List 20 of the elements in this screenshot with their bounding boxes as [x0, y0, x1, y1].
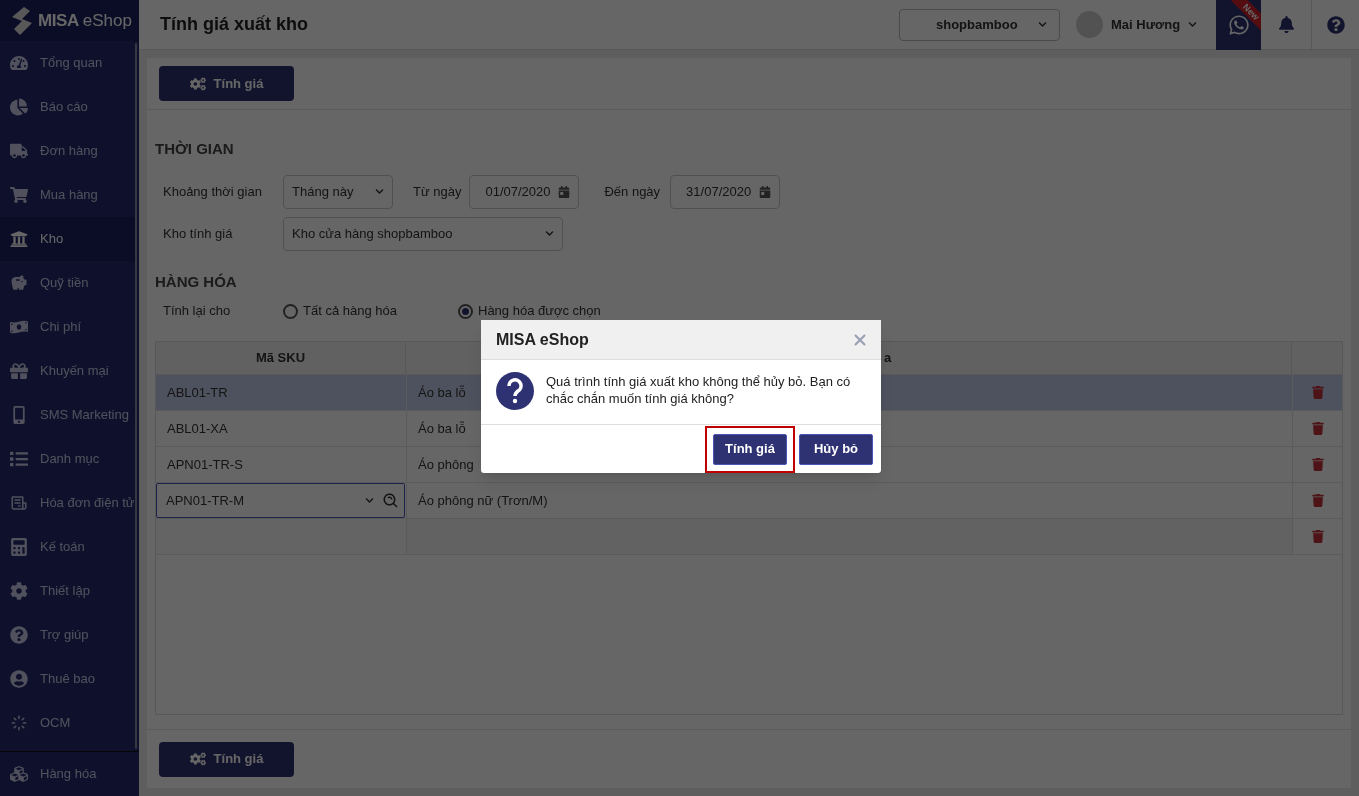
section-heading: HÀNG HÓA	[155, 271, 238, 292]
table-cell-text: Áo phông	[418, 455, 474, 474]
logo: MISA eShop	[0, 0, 139, 41]
dialog-message: Quá trình tính giá xuất kho không thể hủy bỏ. Bạn có chắc chắn muốn tính giá không?	[546, 373, 852, 408]
section-heading: THỜI GIAN	[155, 139, 235, 159]
table-cell-text: ABL01-XA	[166, 419, 228, 438]
field-label: Đến ngày	[604, 182, 661, 201]
table-cell-text: APN01-TR-S	[166, 455, 243, 474]
field-label: Kho tính giá	[163, 224, 234, 243]
column-header: a	[884, 349, 892, 368]
dialog-title: MISA eShop	[496, 329, 589, 350]
page-title: Tính giá xuất kho	[159, 13, 309, 36]
field-label: Tính lại cho	[163, 302, 232, 321]
column-header: Mã SKU	[156, 342, 406, 374]
table-cell-text: Áo ba lỗ	[418, 383, 466, 402]
field-label: Khoảng thời gian	[163, 182, 263, 201]
field-label: Từ ngày	[413, 182, 462, 201]
table-cell-text: Áo phông nữ (Trơn/M)	[418, 491, 548, 510]
table-cell-text: Áo ba lỗ	[418, 419, 466, 438]
table-cell-text: ABL01-TR	[166, 383, 228, 402]
